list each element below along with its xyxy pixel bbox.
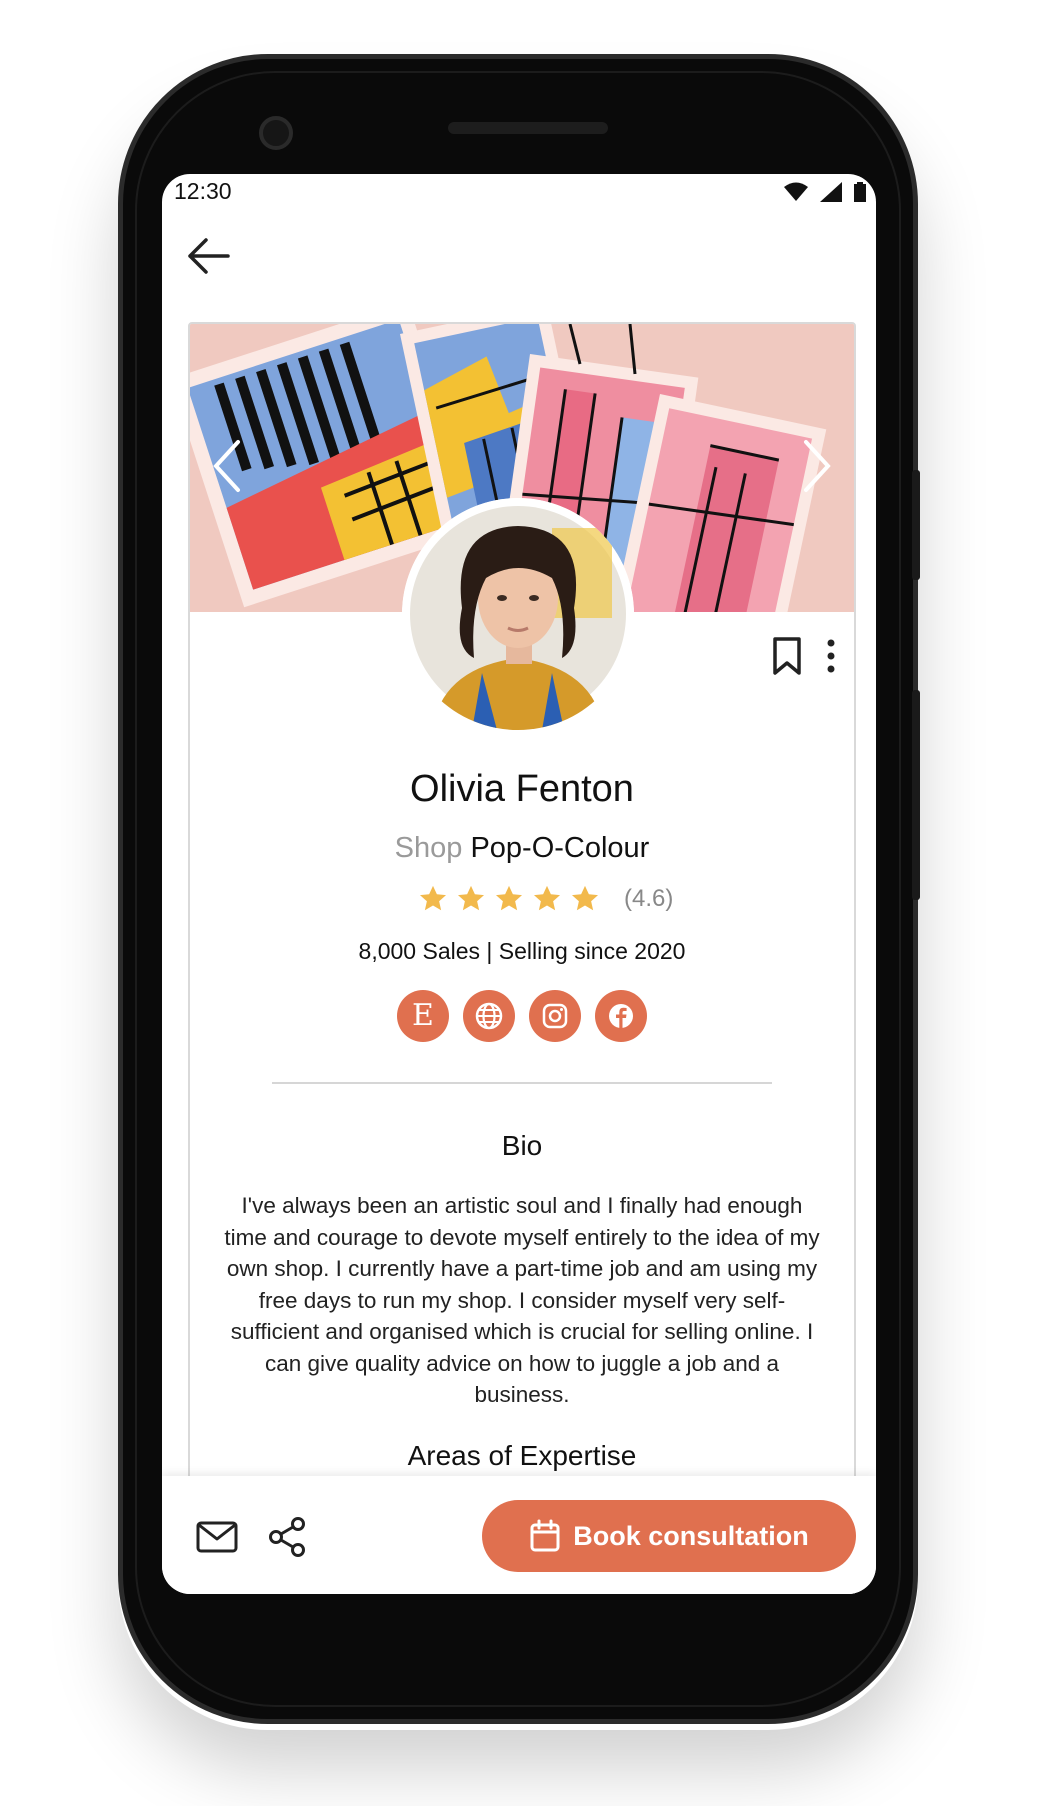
more-vertical-icon bbox=[827, 639, 835, 673]
status-icons bbox=[784, 182, 866, 202]
card-actions bbox=[772, 636, 836, 676]
book-consultation-button[interactable]: Book consultation bbox=[482, 1500, 856, 1572]
status-bar: 12:30 bbox=[162, 174, 876, 208]
arrow-left-icon bbox=[188, 238, 230, 274]
chevron-right-icon bbox=[804, 440, 831, 492]
star-rating bbox=[418, 884, 600, 914]
volume-button bbox=[912, 690, 920, 900]
avatar bbox=[402, 498, 634, 730]
status-time: 12:30 bbox=[174, 178, 232, 204]
bio-text: I've always been an artistic soul and I … bbox=[224, 1193, 820, 1407]
book-consultation-label: Book consultation bbox=[573, 1520, 809, 1551]
screen: 12:30 Olivia Fenton Shop Pop-O-Colour (4… bbox=[162, 174, 876, 1594]
share-icon bbox=[269, 1517, 305, 1557]
front-camera bbox=[259, 116, 293, 150]
seller-stats: 8,000 Sales | Selling since 2020 bbox=[358, 938, 686, 964]
bookmark-icon bbox=[773, 637, 801, 675]
star-icon bbox=[534, 885, 560, 911]
chevron-left-icon bbox=[213, 440, 240, 492]
star-icon bbox=[572, 885, 598, 911]
star-icon bbox=[496, 885, 522, 911]
shop-line: Shop Pop-O-Colour bbox=[190, 832, 854, 865]
bookmark-button[interactable] bbox=[772, 636, 802, 676]
banner-prev-button[interactable] bbox=[202, 434, 252, 498]
power-button bbox=[912, 470, 920, 580]
facebook-icon bbox=[609, 1004, 633, 1028]
rating-row: (4.6) bbox=[418, 884, 673, 914]
more-options-button[interactable] bbox=[826, 639, 836, 673]
instagram-icon bbox=[542, 1003, 568, 1029]
earpiece-speaker bbox=[448, 122, 608, 134]
instagram-link-button[interactable] bbox=[529, 990, 581, 1042]
share-button[interactable] bbox=[262, 1512, 312, 1562]
social-links: E bbox=[190, 990, 854, 1042]
star-icon bbox=[420, 885, 446, 911]
shop-prefix: Shop bbox=[394, 832, 463, 864]
shop-name[interactable]: Pop-O-Colour bbox=[470, 832, 649, 864]
cellular-signal-icon bbox=[820, 182, 842, 202]
divider bbox=[272, 1082, 772, 1084]
rating-value: (4.6) bbox=[624, 885, 674, 912]
etsy-icon: E bbox=[412, 998, 434, 1033]
profile-name: Olivia Fenton bbox=[410, 768, 634, 810]
website-link-button[interactable] bbox=[463, 990, 515, 1042]
bio-title: Bio bbox=[501, 1130, 543, 1161]
profile-card: Olivia Fenton Shop Pop-O-Colour (4.6) 8,… bbox=[188, 322, 856, 1594]
star-icon bbox=[458, 885, 484, 911]
globe-icon bbox=[475, 1002, 503, 1030]
calendar-icon bbox=[530, 1519, 560, 1552]
mail-icon bbox=[196, 1521, 238, 1553]
back-button[interactable] bbox=[184, 232, 232, 280]
facebook-link-button[interactable] bbox=[595, 990, 647, 1042]
areas-of-expertise-title: Areas of Expertise bbox=[407, 1440, 637, 1471]
wifi-icon bbox=[784, 182, 808, 201]
etsy-link-button[interactable]: E bbox=[397, 990, 449, 1042]
avatar-photo bbox=[402, 498, 634, 730]
battery-icon bbox=[854, 182, 866, 202]
bottom-action-bar: Book consultation bbox=[162, 1476, 876, 1594]
banner-next-button[interactable] bbox=[792, 434, 842, 498]
message-button[interactable] bbox=[192, 1512, 242, 1562]
